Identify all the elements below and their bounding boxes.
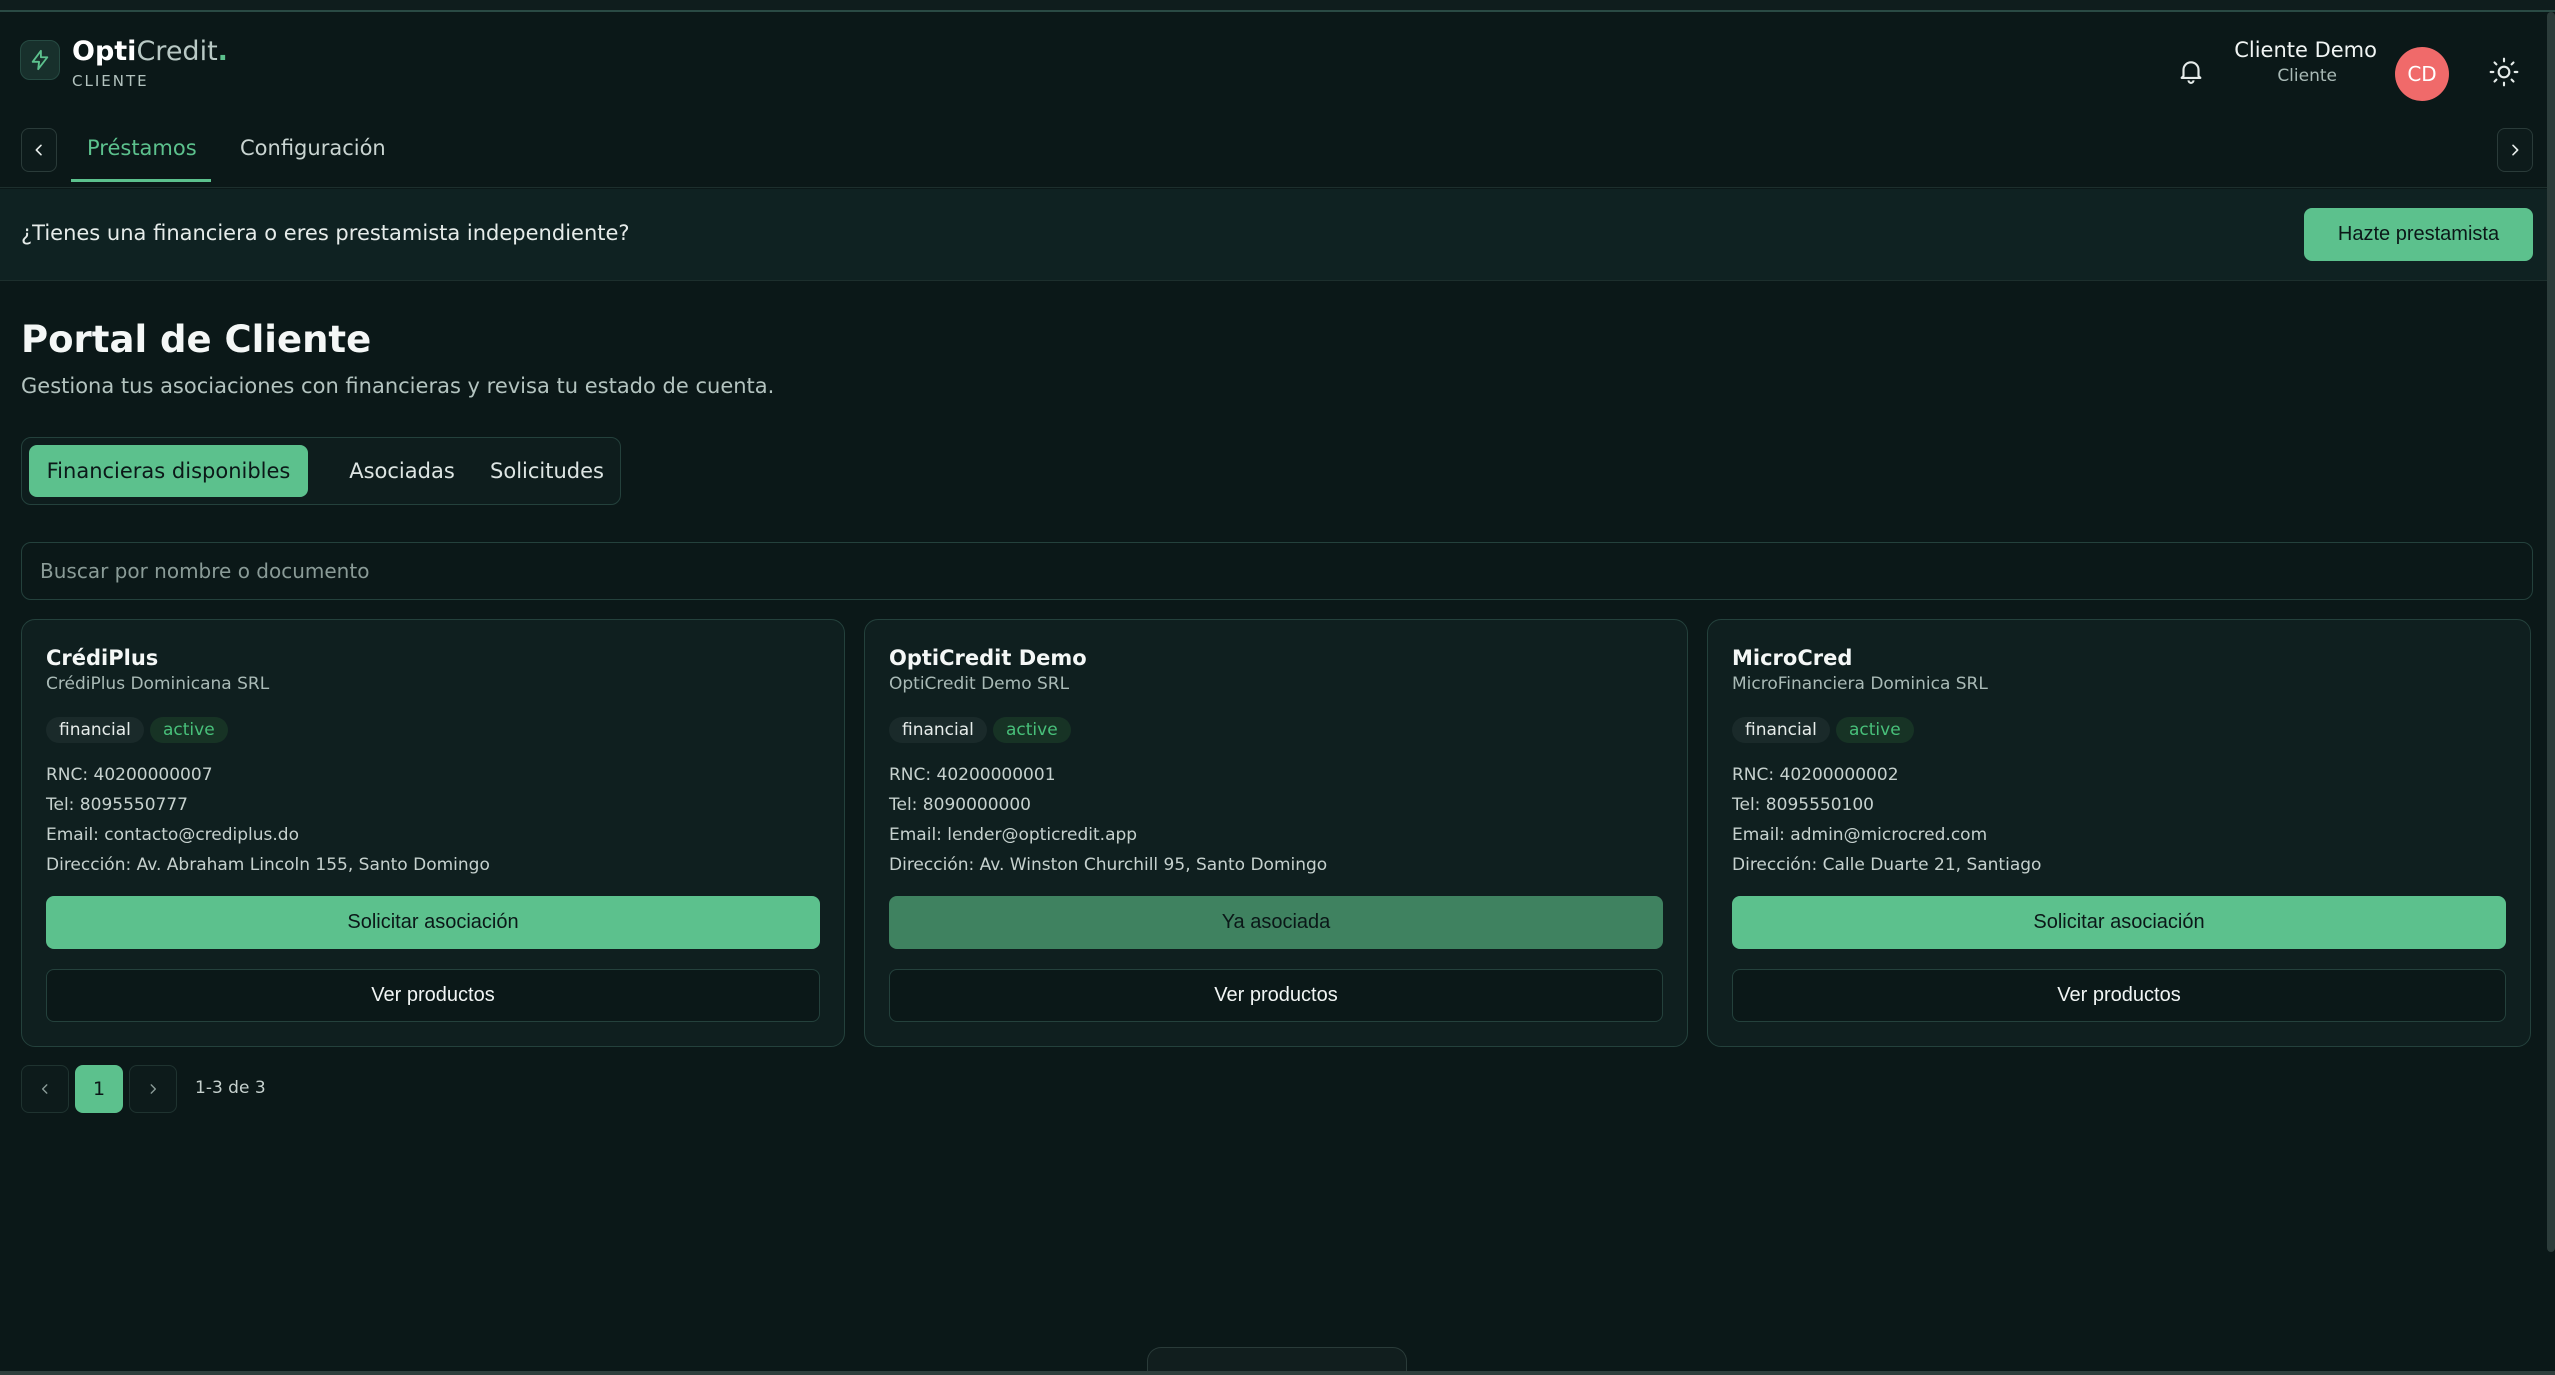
chevron-right-icon: [150, 1084, 157, 1094]
lender-email: Email: contacto@crediplus.do: [46, 825, 299, 845]
avatar[interactable]: CD: [2395, 47, 2449, 101]
lender-card: CrédiPlus CrédiPlus Dominicana SRL finan…: [21, 619, 845, 1047]
type-badge: financial: [46, 717, 144, 743]
view-products-button[interactable]: Ver productos: [46, 969, 820, 1022]
sun-icon[interactable]: [2488, 56, 2520, 88]
become-lender-button[interactable]: Hazte prestamista: [2304, 208, 2533, 261]
banner-text: ¿Tienes una financiera o eres prestamist…: [21, 221, 630, 245]
lender-rnc: RNC: 40200000002: [1732, 765, 1899, 785]
page-number-button[interactable]: 1: [75, 1065, 123, 1113]
main-nav: Préstamos Configuración: [0, 122, 2555, 188]
app-logo-subtitle: CLIENTE: [72, 72, 149, 90]
chevron-left-icon: [35, 144, 42, 156]
tab-solicitudes[interactable]: Solicitudes: [477, 445, 617, 497]
request-association-button[interactable]: Solicitar asociación: [1732, 896, 2506, 949]
pagination-info: 1-3 de 3: [195, 1078, 266, 1098]
tab-configuracion[interactable]: Configuración: [240, 136, 386, 160]
lender-email: Email: admin@microcred.com: [1732, 825, 1988, 845]
bolt-icon: [20, 40, 60, 80]
lender-name: MicroCred: [1732, 646, 1853, 670]
request-association-button[interactable]: Solicitar asociación: [46, 896, 820, 949]
type-badge: financial: [889, 717, 987, 743]
status-badge: active: [1836, 717, 1914, 743]
tab-prestamos[interactable]: Préstamos: [87, 136, 197, 160]
page-title: Portal de Cliente: [21, 318, 372, 361]
lender-card: MicroCred MicroFinanciera Dominica SRL f…: [1707, 619, 2531, 1047]
lender-email: Email: lender@opticredit.app: [889, 825, 1138, 845]
lender-phone: Tel: 8095550777: [46, 795, 188, 815]
view-products-button[interactable]: Ver productos: [1732, 969, 2506, 1022]
page-subtitle: Gestiona tus asociaciones con financiera…: [21, 374, 775, 398]
user-name: Cliente Demo: [2234, 38, 2377, 62]
lender-address: Dirección: Av. Winston Churchill 95, San…: [889, 855, 1328, 875]
nav-scroll-left-button[interactable]: [21, 128, 57, 172]
lender-address: Dirección: Av. Abraham Lincoln 155, Sant…: [46, 855, 490, 875]
already-associated-button: Ya asociada: [889, 896, 1663, 949]
lender-legal-name: MicroFinanciera Dominica SRL: [1732, 674, 1988, 694]
lender-legal-name: CrédiPlus Dominicana SRL: [46, 674, 270, 694]
status-badge: active: [150, 717, 228, 743]
nav-scroll-right-button[interactable]: [2497, 128, 2533, 172]
chevron-right-icon: [2512, 144, 2519, 156]
lender-phone: Tel: 8090000000: [889, 795, 1031, 815]
lender-rnc: RNC: 40200000007: [46, 765, 213, 785]
browser-strip: [0, 0, 2555, 12]
lender-legal-name: OptiCredit Demo SRL: [889, 674, 1070, 694]
section-tabs: Financieras disponibles Asociadas Solici…: [21, 437, 621, 505]
app-logo[interactable]: OptiCredit.: [72, 36, 228, 68]
next-page-button[interactable]: [129, 1065, 177, 1113]
lender-card: OptiCredit Demo OptiCredit Demo SRL fina…: [864, 619, 1688, 1047]
view-products-button[interactable]: Ver productos: [889, 969, 1663, 1022]
prev-page-button[interactable]: [21, 1065, 69, 1113]
user-role: Cliente: [2277, 66, 2337, 86]
bottom-edge: [0, 1371, 2555, 1375]
chevron-left-icon: [41, 1084, 48, 1094]
lender-rnc: RNC: 40200000001: [889, 765, 1056, 785]
lender-address: Dirección: Calle Duarte 21, Santiago: [1732, 855, 2042, 875]
lender-name: OptiCredit Demo: [889, 646, 1087, 670]
active-tab-indicator: [71, 179, 211, 182]
lender-phone: Tel: 8095550100: [1732, 795, 1874, 815]
tab-asociadas[interactable]: Asociadas: [327, 445, 477, 497]
lender-banner: ¿Tienes una financiera o eres prestamist…: [0, 189, 2555, 281]
type-badge: financial: [1732, 717, 1830, 743]
app-header: OptiCredit. CLIENTE Cliente Demo Cliente…: [0, 12, 2555, 122]
lender-name: CrédiPlus: [46, 646, 159, 670]
page-scrollbar[interactable]: [2547, 12, 2555, 1252]
search-input[interactable]: [21, 542, 2533, 600]
bell-icon[interactable]: [2176, 56, 2206, 86]
tab-financieras-disponibles[interactable]: Financieras disponibles: [29, 445, 308, 497]
status-badge: active: [993, 717, 1071, 743]
